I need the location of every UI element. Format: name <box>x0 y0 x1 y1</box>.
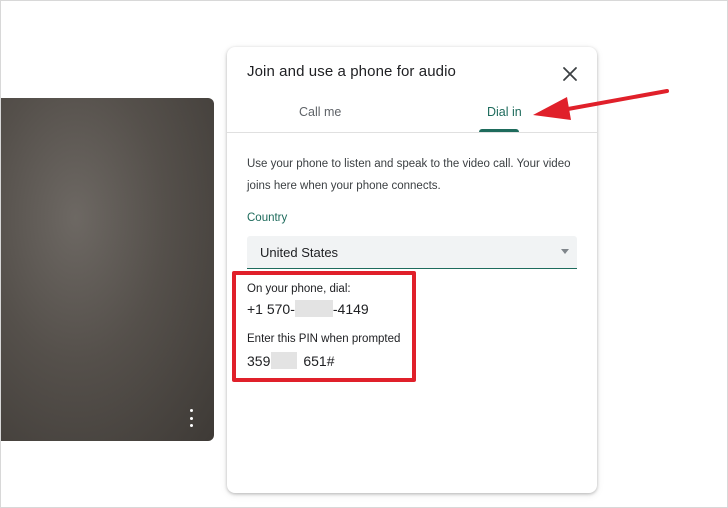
dialog-title: Join and use a phone for audio <box>247 63 456 80</box>
dialog-description: Use your phone to listen and speak to th… <box>247 158 571 192</box>
more-vert-icon[interactable] <box>183 409 199 427</box>
chevron-down-icon <box>561 249 569 254</box>
close-icon[interactable] <box>561 65 579 83</box>
annotation-highlight-box <box>232 271 416 382</box>
country-label: Country <box>247 212 288 224</box>
tab-call-me[interactable]: Call me <box>299 105 341 119</box>
video-tile <box>1 98 214 441</box>
annotation-arrow-icon <box>533 89 669 120</box>
tab-divider <box>227 132 597 133</box>
tab-dial-in[interactable]: Dial in <box>487 105 522 119</box>
country-select[interactable]: United States <box>247 236 577 269</box>
country-value: United States <box>260 245 339 260</box>
